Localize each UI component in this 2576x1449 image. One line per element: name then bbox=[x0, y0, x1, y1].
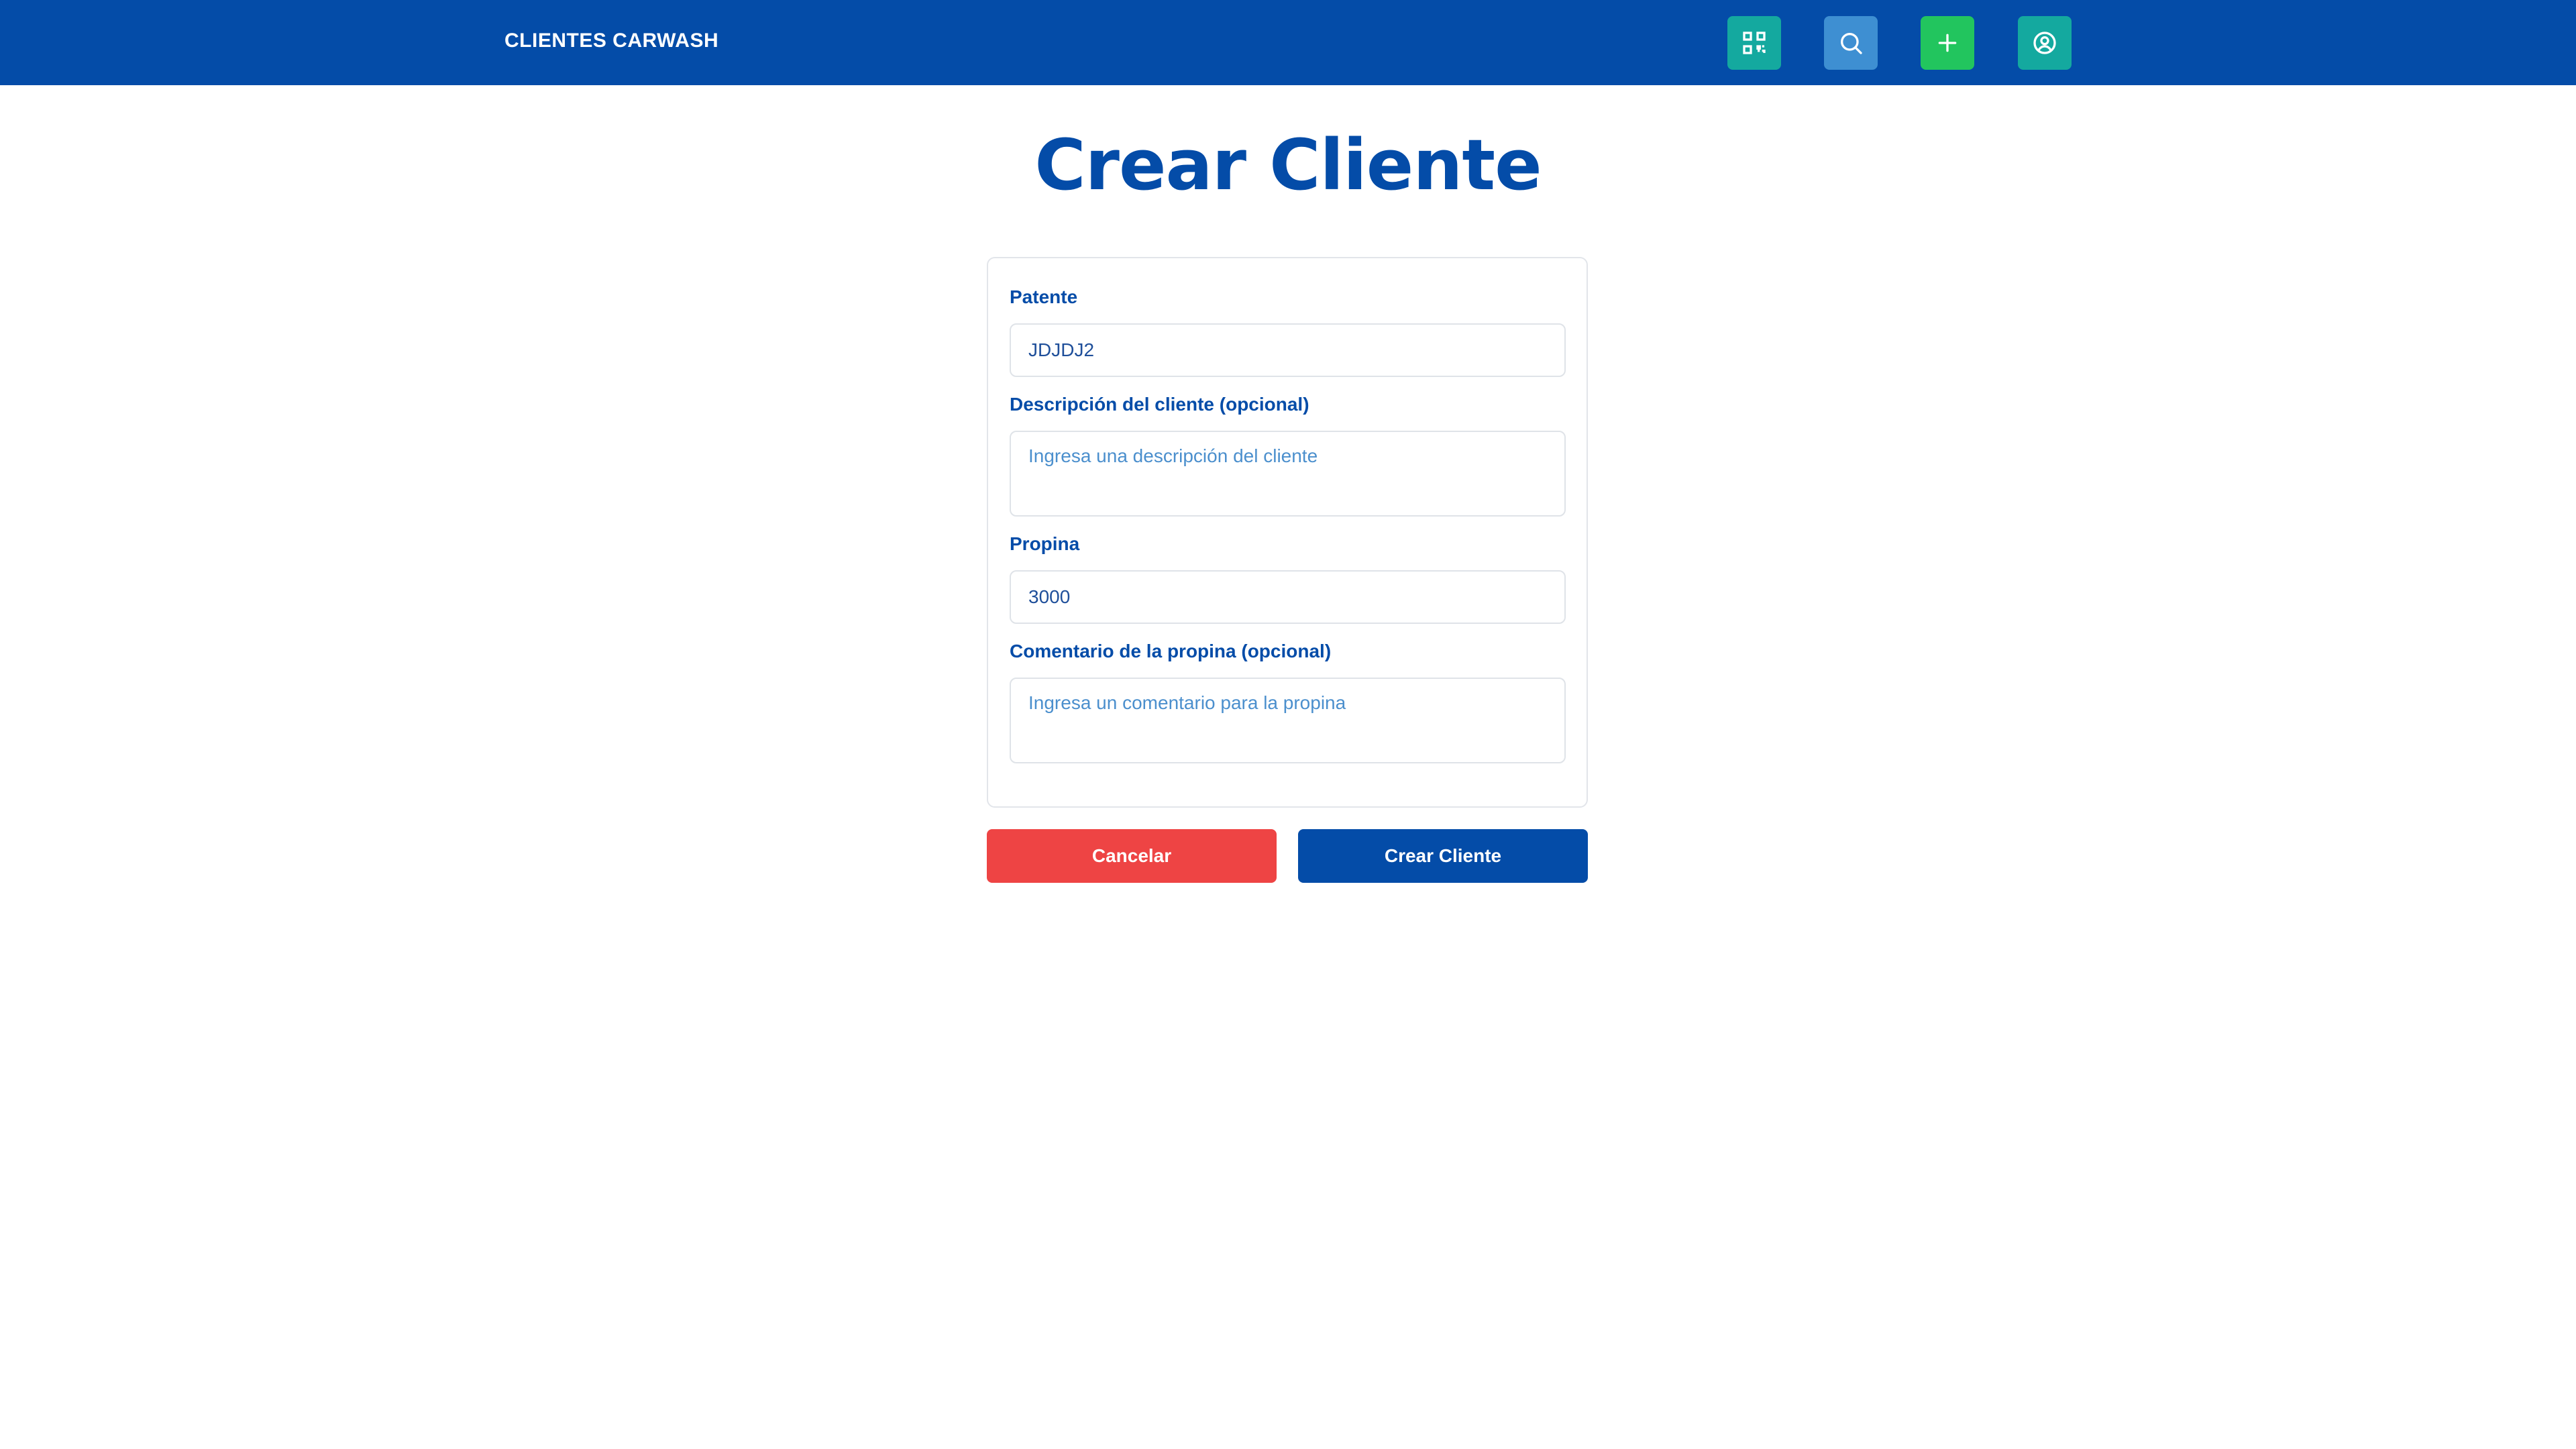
user-profile-button[interactable] bbox=[2018, 16, 2072, 70]
patente-label: Patente bbox=[1010, 286, 1078, 307]
search-button[interactable] bbox=[1824, 16, 1878, 70]
patente-input[interactable]: JDJDJ2 bbox=[1010, 323, 1566, 377]
qr-scan-button[interactable] bbox=[1727, 16, 1781, 70]
cancel-button[interactable]: Cancelar bbox=[987, 829, 1277, 883]
search-icon bbox=[1841, 33, 1862, 54]
plus-icon bbox=[1938, 34, 1957, 52]
top-navbar: CLIENTES CARWASH bbox=[0, 0, 2576, 85]
propina-input[interactable]: 3000 bbox=[1010, 570, 1566, 624]
propina-label: Propina bbox=[1010, 533, 1080, 554]
descripcion-label: Descripción del cliente (opcional) bbox=[1010, 394, 1309, 415]
descripcion-textarea[interactable]: Ingresa una descripción del cliente bbox=[1010, 431, 1566, 517]
create-client-button[interactable]: Crear Cliente bbox=[1298, 829, 1588, 883]
add-client-button[interactable] bbox=[1921, 16, 1974, 70]
comentario-label: Comentario de la propina (opcional) bbox=[1010, 641, 1332, 661]
user-circle-icon bbox=[2033, 32, 2056, 54]
comentario-textarea[interactable]: Ingresa un comentario para la propina bbox=[1010, 678, 1566, 763]
qr-code-icon bbox=[1743, 32, 1766, 54]
page-title: Crear Cliente bbox=[1034, 124, 1542, 206]
app-brand[interactable]: CLIENTES CARWASH bbox=[504, 30, 718, 52]
